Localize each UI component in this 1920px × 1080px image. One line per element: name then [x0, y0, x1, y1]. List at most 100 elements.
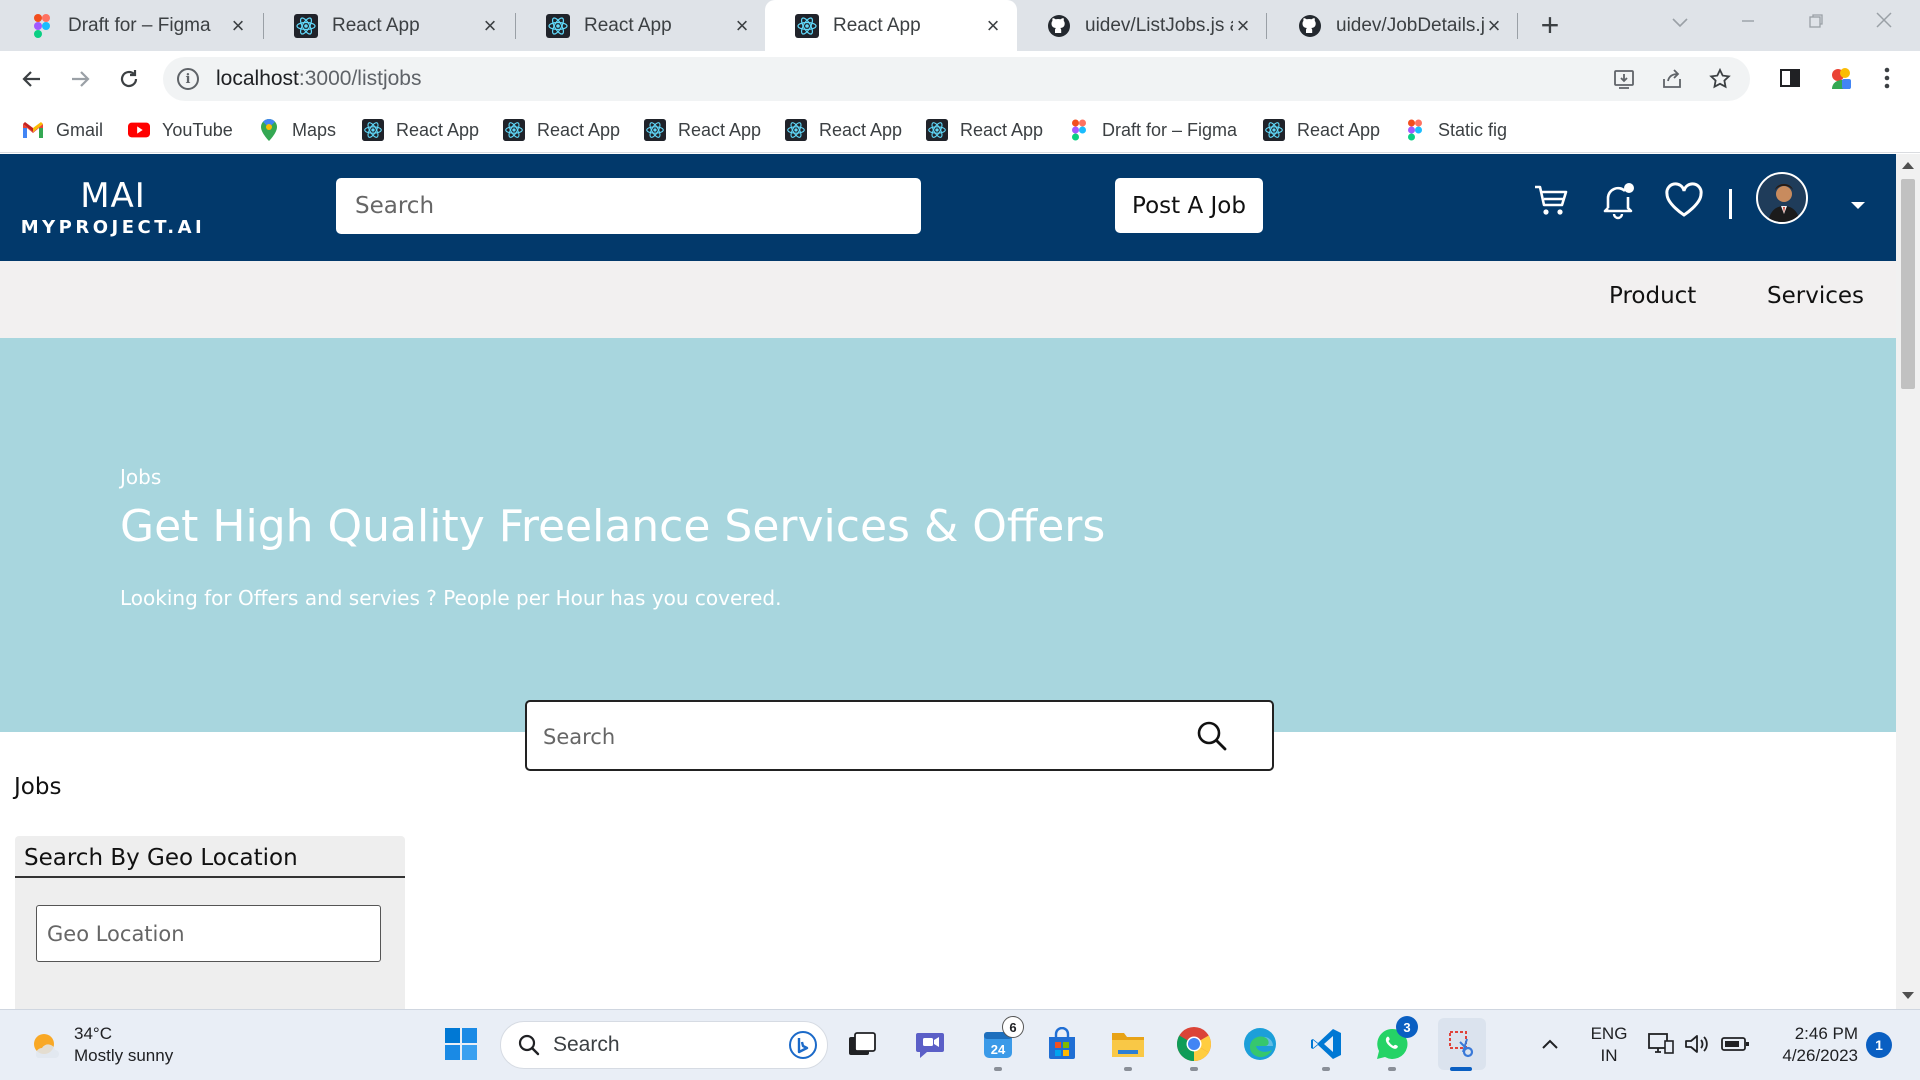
- show-hidden-icons-button[interactable]: [1530, 1024, 1570, 1064]
- bookmark-gmail[interactable]: Gmail: [22, 116, 103, 144]
- tab-separator: [1266, 13, 1267, 39]
- tab-close-icon[interactable]: ×: [480, 13, 500, 39]
- user-avatar[interactable]: [1756, 172, 1808, 224]
- new-tab-button[interactable]: +: [1536, 8, 1564, 42]
- scroll-down-arrow-icon[interactable]: [1902, 992, 1914, 999]
- tab-search-chevron-icon[interactable]: [1650, 6, 1710, 40]
- share-icon[interactable]: [1657, 64, 1687, 94]
- breadcrumb: Jobs: [120, 465, 162, 489]
- bookmark-youtube[interactable]: YouTube: [128, 116, 233, 144]
- svg-text:24: 24: [991, 1042, 1006, 1057]
- tab-close-icon[interactable]: ×: [1233, 13, 1253, 39]
- bookmark-react-app[interactable]: React App: [503, 116, 620, 144]
- tab-figma-draft[interactable]: Draft for – Figma ×: [0, 0, 262, 51]
- widgets-app[interactable]: 24 6: [978, 1016, 1024, 1064]
- search-icon: [518, 1034, 540, 1056]
- react-icon: [795, 13, 819, 38]
- running-indicator: [994, 1067, 1002, 1071]
- nav-services-link[interactable]: Services: [1767, 283, 1864, 309]
- bookmark-figma-draft[interactable]: Draft for – Figma: [1068, 116, 1237, 144]
- profile-avatar-icon[interactable]: [1826, 63, 1856, 93]
- hero-banner: Jobs Get High Quality Freelance Services…: [0, 338, 1896, 732]
- site-logo[interactable]: MAI MYPROJECT.AI: [18, 176, 208, 240]
- site-header: MAI MYPROJECT.AI Post A Job: [0, 154, 1896, 261]
- battery-icon[interactable]: [1718, 1026, 1752, 1062]
- notification-count-badge[interactable]: 1: [1866, 1032, 1892, 1058]
- back-button[interactable]: [12, 59, 52, 99]
- tab-react-app-2[interactable]: React App ×: [516, 0, 766, 51]
- tab-close-icon[interactable]: ×: [228, 13, 248, 39]
- header-search-input[interactable]: [336, 178, 921, 234]
- account-dropdown-caret-icon[interactable]: [1851, 202, 1865, 209]
- forward-button[interactable]: [60, 59, 100, 99]
- input-language[interactable]: ENG IN: [1584, 1023, 1634, 1067]
- jobs-search-box: [525, 700, 1274, 771]
- active-indicator: [1450, 1067, 1472, 1071]
- teams-chat-app[interactable]: [910, 1024, 950, 1064]
- tab-github-listjobs[interactable]: uidev/ListJobs.js at ×: [1017, 0, 1267, 51]
- tab-react-app-active[interactable]: React App ×: [765, 0, 1017, 51]
- tab-close-icon[interactable]: ×: [1484, 13, 1504, 39]
- volume-icon[interactable]: [1681, 1026, 1713, 1062]
- arrow-left-icon: [22, 71, 40, 87]
- network-icon[interactable]: [1645, 1026, 1677, 1062]
- snipping-tool-app[interactable]: [1438, 1018, 1486, 1070]
- install-app-icon[interactable]: [1609, 64, 1639, 94]
- clock[interactable]: 2:46 PM 4/26/2023: [1762, 1023, 1858, 1067]
- bookmark-maps[interactable]: Maps: [258, 116, 336, 144]
- folder-icon: [1112, 1033, 1144, 1057]
- kebab-menu-icon[interactable]: [1872, 63, 1902, 93]
- nav-product-link[interactable]: Product: [1609, 283, 1696, 309]
- reload-button[interactable]: [109, 59, 149, 99]
- scrollbar-thumb[interactable]: [1901, 179, 1915, 389]
- figma-icon: [1068, 119, 1090, 141]
- vscode-app[interactable]: [1306, 1024, 1346, 1064]
- address-bar[interactable]: i localhost:3000/listjobs: [163, 57, 1750, 101]
- whatsapp-app[interactable]: 3: [1372, 1016, 1418, 1064]
- tab-github-jobdetails[interactable]: uidev/JobDetails.js ×: [1268, 0, 1518, 51]
- taskbar-search[interactable]: Search: [500, 1021, 828, 1069]
- post-a-job-button[interactable]: Post A Job: [1115, 178, 1263, 233]
- windows-start-button[interactable]: [441, 1024, 481, 1064]
- bookmark-static-fig[interactable]: Static fig: [1404, 116, 1507, 144]
- tab-react-app-1[interactable]: React App ×: [264, 0, 514, 51]
- side-panel-icon[interactable]: [1775, 63, 1805, 93]
- close-window-button[interactable]: [1854, 6, 1914, 40]
- bookmark-star-icon[interactable]: [1705, 64, 1735, 94]
- bing-icon[interactable]: [788, 1030, 818, 1060]
- tab-close-icon[interactable]: ×: [983, 13, 1003, 39]
- bookmark-react-app[interactable]: React App: [926, 116, 1043, 144]
- scroll-up-arrow-icon[interactable]: [1902, 162, 1914, 169]
- heart-icon[interactable]: [1662, 178, 1706, 222]
- bookmarks-bar: Gmail YouTube Maps React App React App R…: [0, 106, 1920, 153]
- bookmark-react-app[interactable]: React App: [644, 116, 761, 144]
- site-info-icon[interactable]: i: [177, 68, 199, 90]
- chrome-app[interactable]: [1174, 1024, 1214, 1064]
- weather-widget[interactable]: 34°C Mostly sunny: [28, 1023, 173, 1067]
- snipping-tool-icon: [1449, 1031, 1474, 1058]
- minimize-window-button[interactable]: [1718, 6, 1778, 40]
- file-explorer-app[interactable]: [1108, 1024, 1148, 1064]
- windows-taskbar: 34°C Mostly sunny Search 24 6 3 ENG IN 2…: [0, 1009, 1920, 1080]
- notification-bell-icon[interactable]: [1596, 178, 1640, 222]
- tab-close-icon[interactable]: ×: [732, 13, 752, 39]
- reload-icon: [120, 70, 138, 88]
- bookmark-react-app[interactable]: React App: [362, 116, 479, 144]
- task-view-button[interactable]: [842, 1024, 882, 1064]
- cart-icon[interactable]: [1529, 178, 1573, 222]
- geo-location-input[interactable]: [36, 905, 381, 962]
- microsoft-store-app[interactable]: [1042, 1024, 1082, 1064]
- logo-wordmark: MYPROJECT.AI: [20, 217, 206, 238]
- page-scrollbar[interactable]: [1896, 154, 1920, 1009]
- header-divider: [1729, 189, 1732, 219]
- bookmark-react-app[interactable]: React App: [1263, 116, 1380, 144]
- react-icon: [362, 119, 384, 141]
- restore-window-button[interactable]: [1786, 6, 1846, 40]
- jobs-search-input[interactable]: [543, 720, 1183, 754]
- edge-app[interactable]: [1240, 1024, 1280, 1064]
- bookmark-react-app[interactable]: React App: [785, 116, 902, 144]
- search-icon[interactable]: [1194, 718, 1230, 754]
- arrow-right-icon: [72, 71, 90, 87]
- react-icon: [1263, 119, 1285, 141]
- running-indicator: [1388, 1067, 1396, 1071]
